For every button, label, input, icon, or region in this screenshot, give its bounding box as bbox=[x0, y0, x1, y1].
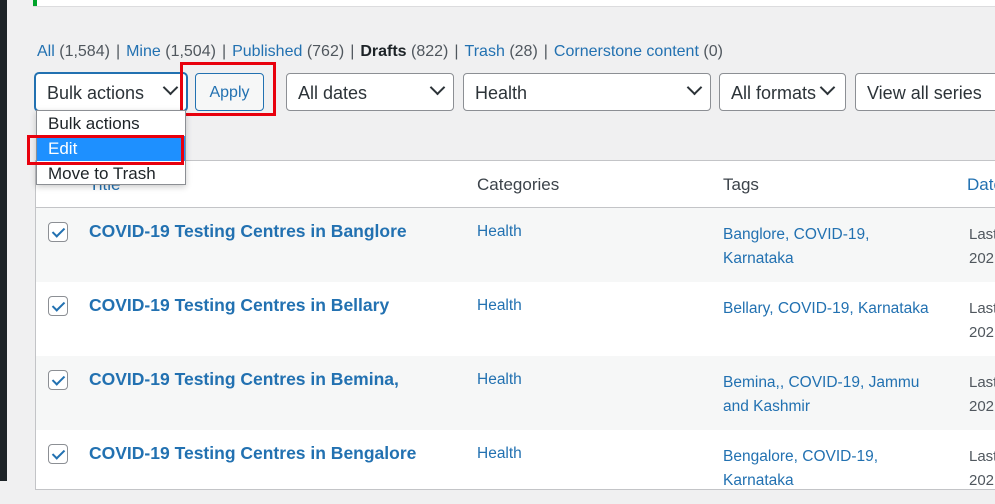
series-filter-value: View all series bbox=[867, 83, 982, 103]
view-separator: | bbox=[115, 43, 121, 60]
view-cornerstone-link[interactable]: Cornerstone content bbox=[554, 43, 699, 60]
edit-highlight-box bbox=[27, 135, 184, 165]
row-checkbox[interactable] bbox=[48, 296, 68, 316]
post-title-link[interactable]: COVID-19 Testing Centres in Bengalore bbox=[89, 443, 416, 464]
table-row: COVID-19 Testing Centres in Banglore Hea… bbox=[36, 208, 995, 282]
cornerstone-count: (0) bbox=[703, 43, 723, 60]
table-row: COVID-19 Testing Centres in Bemina, Heal… bbox=[36, 356, 995, 430]
series-filter-select[interactable]: View all series bbox=[855, 73, 995, 111]
category-filter-select[interactable]: Health bbox=[463, 73, 711, 111]
view-mine-link[interactable]: Mine (1,504) bbox=[126, 43, 216, 60]
view-separator: | bbox=[543, 43, 548, 60]
row-checkbox[interactable] bbox=[48, 370, 68, 390]
post-title-link[interactable]: COVID-19 Testing Centres in Bellary bbox=[89, 295, 389, 316]
bulk-actions-value: Bulk actions bbox=[47, 83, 145, 103]
table-row: COVID-19 Testing Centres in Bellary Heal… bbox=[36, 282, 995, 356]
view-separator: | bbox=[221, 43, 227, 60]
view-separator: | bbox=[350, 43, 355, 60]
post-category-link[interactable]: Health bbox=[477, 371, 522, 389]
row-checkbox[interactable] bbox=[48, 444, 68, 464]
bulk-actions-select[interactable]: Bulk actions bbox=[35, 73, 187, 111]
posts-table: Title Categories Tags Date COVID-19 Test… bbox=[35, 160, 995, 490]
admin-sidebar-edge bbox=[0, 0, 7, 481]
apply-highlight-box bbox=[180, 62, 276, 116]
option-bulk-actions[interactable]: Bulk actions bbox=[37, 111, 185, 136]
view-drafts-current[interactable]: Drafts (822) bbox=[360, 43, 448, 60]
post-tags-links[interactable]: Bengalore, COVID-19, Karnataka bbox=[723, 445, 938, 493]
notice-divider bbox=[33, 6, 995, 7]
post-tags-links[interactable]: Banglore, COVID-19, Karnataka bbox=[723, 223, 938, 271]
post-category-link[interactable]: Health bbox=[477, 297, 522, 315]
chevron-down-icon bbox=[819, 79, 836, 96]
view-all-link[interactable]: All (1,584) bbox=[37, 43, 110, 60]
view-separator: | bbox=[454, 43, 459, 60]
chevron-down-icon bbox=[686, 79, 703, 96]
post-category-link[interactable]: Health bbox=[477, 223, 522, 241]
view-trash-link[interactable]: Trash (28) bbox=[465, 43, 538, 60]
post-date: Last 202 bbox=[969, 300, 995, 341]
post-tags-links[interactable]: Bemina,, COVID-19, Jammu and Kashmir bbox=[723, 371, 938, 419]
chevron-down-icon bbox=[429, 79, 446, 96]
format-filter-select[interactable]: All formats bbox=[719, 73, 846, 111]
post-title-link[interactable]: COVID-19 Testing Centres in Banglore bbox=[89, 221, 407, 242]
format-filter-value: All formats bbox=[731, 83, 817, 103]
column-date-header[interactable]: Date bbox=[967, 175, 995, 195]
column-categories-header: Categories bbox=[477, 175, 560, 194]
category-filter-value: Health bbox=[475, 83, 528, 103]
table-row: COVID-19 Testing Centres in Bengalore He… bbox=[36, 430, 995, 504]
post-title-link[interactable]: COVID-19 Testing Centres in Bemina, bbox=[89, 369, 399, 390]
post-date: Last 202 bbox=[969, 226, 995, 267]
post-date: Last 202 bbox=[969, 448, 995, 489]
post-date: Last 202 bbox=[969, 374, 995, 415]
post-category-link[interactable]: Health bbox=[477, 445, 522, 463]
date-filter-select[interactable]: All dates bbox=[286, 73, 454, 111]
column-tags-header: Tags bbox=[723, 175, 759, 194]
post-status-views: All (1,584) | Mine (1,504) | Published (762)… bbox=[37, 43, 723, 61]
chevron-down-icon bbox=[162, 79, 179, 96]
view-published-link[interactable]: Published (762) bbox=[232, 43, 344, 60]
row-checkbox[interactable] bbox=[48, 222, 68, 242]
date-filter-value: All dates bbox=[298, 83, 368, 103]
post-tags-links[interactable]: Bellary, COVID-19, Karnataka bbox=[723, 297, 938, 321]
